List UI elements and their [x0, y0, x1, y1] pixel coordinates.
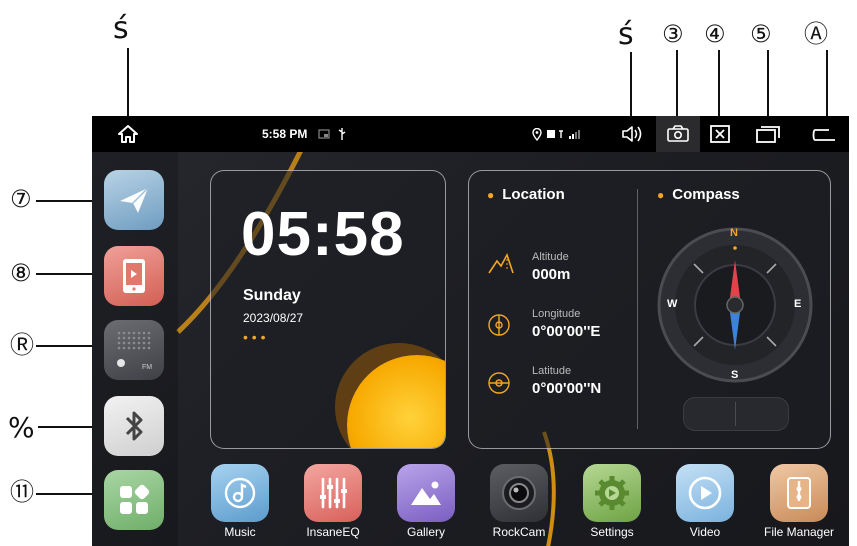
home-content: FM 05:58 Sunday 2023/08/27 • • • ● Locati…	[92, 152, 849, 546]
music-icon	[211, 464, 269, 522]
compass-north: N	[730, 227, 738, 239]
sun-graphic	[347, 355, 445, 448]
location-bullet: ●	[487, 188, 495, 202]
pill-divider	[735, 402, 736, 426]
latitude-label: Latitude	[532, 365, 572, 377]
app-gallery-label: Gallery	[406, 525, 445, 539]
bluetooth-icon	[125, 411, 143, 441]
app-settings-label: Settings	[590, 525, 634, 539]
location-pin-icon	[530, 120, 544, 148]
settings-icon	[583, 464, 641, 522]
home-icon[interactable]	[114, 120, 142, 148]
location-title: ● Location	[487, 186, 565, 203]
callout-phonelink: ⑧	[10, 259, 32, 287]
app-music[interactable]: Music	[210, 464, 270, 539]
longitude-label: Longitude	[532, 308, 581, 320]
app-gallery[interactable]: Gallery	[396, 464, 456, 539]
compass-bullet: ●	[657, 188, 665, 202]
clock-day: Sunday	[243, 287, 301, 304]
phone-link-icon	[123, 259, 145, 293]
left-dock: FM	[92, 152, 178, 546]
callout-back-line	[826, 50, 828, 116]
callout-volume-line	[630, 52, 632, 116]
radio-icon: FM	[117, 331, 152, 371]
radio-fm-label: FM	[142, 364, 152, 371]
app-settings[interactable]: Settings	[582, 464, 642, 539]
app-rockcam[interactable]: RockCam	[489, 464, 549, 539]
navigation-app[interactable]	[104, 170, 164, 230]
clock-time: 05:58	[241, 200, 405, 269]
app-insaneeq-label: InsaneEQ	[306, 525, 360, 539]
callout-screenshot: ③	[662, 20, 684, 48]
compass-title: ● Compass	[657, 186, 740, 203]
callout-recent-line	[767, 50, 769, 116]
callout-back: Ⓐ	[804, 20, 828, 48]
notification-icon	[316, 120, 332, 148]
status-bar: 5:58 PM	[92, 116, 849, 152]
app-video-label: Video	[689, 525, 721, 539]
paper-plane-icon	[120, 187, 149, 213]
callout-apps: ⑪	[10, 478, 34, 506]
longitude-value: 0°00'00''E	[532, 323, 601, 340]
camera-icon	[490, 464, 548, 522]
altitude-value: 000m	[532, 266, 571, 283]
compass-west: W	[667, 298, 678, 310]
status-time: 5:58 PM	[262, 127, 308, 141]
equalizer-icon	[304, 464, 362, 522]
callout-home: ś	[113, 11, 129, 46]
signal-icon	[546, 120, 582, 148]
file-manager-icon	[770, 464, 828, 522]
recent-apps-icon[interactable]	[754, 120, 782, 148]
app-file-manager[interactable]: File Manager	[764, 464, 834, 539]
altitude-icon	[487, 251, 515, 280]
compass-title-text: Compass	[672, 186, 740, 203]
callout-screenshot-line	[676, 50, 678, 116]
clock-date: 2023/08/27	[243, 311, 304, 325]
clock-widget[interactable]: 05:58 Sunday 2023/08/27 • • •	[210, 170, 446, 449]
app-rockcam-label: RockCam	[492, 525, 546, 539]
radio-app[interactable]: FM	[104, 320, 164, 380]
card-divider	[637, 189, 638, 429]
bluetooth-app[interactable]	[104, 396, 164, 456]
compass-south: S	[731, 369, 739, 381]
clock-dots: • • •	[243, 329, 266, 345]
back-icon[interactable]	[810, 120, 838, 148]
location-title-text: Location	[502, 186, 565, 203]
all-apps-button[interactable]	[104, 470, 164, 530]
device-screen: 5:58 PM FM 05:58 Sunday 2023/08/27 • • •…	[92, 116, 849, 546]
location-compass-widget[interactable]: ● Location Altitude 000m Longitude 0°00'0…	[468, 170, 831, 449]
longitude-icon	[487, 313, 511, 342]
app-video[interactable]: Video	[675, 464, 735, 539]
video-icon	[676, 464, 734, 522]
phone-link-app[interactable]	[104, 246, 164, 306]
gallery-icon	[397, 464, 455, 522]
compass-dial: N E S W	[656, 226, 814, 384]
callout-navigation: ⑦	[10, 185, 32, 213]
callout-close-line	[718, 50, 720, 116]
compass-control-pill[interactable]	[683, 397, 789, 431]
app-insaneeq[interactable]: InsaneEQ	[303, 464, 363, 539]
callout-radio: Ⓡ	[10, 331, 34, 359]
compass-east: E	[794, 298, 802, 310]
callout-recent: ⑤	[750, 20, 772, 48]
latitude-icon	[487, 371, 511, 400]
callout-close: ④	[704, 20, 726, 48]
screenshot-icon[interactable]	[656, 116, 700, 152]
app-music-label: Music	[224, 525, 256, 539]
apps-grid-icon	[120, 484, 150, 514]
volume-icon[interactable]	[618, 120, 646, 148]
usb-icon	[334, 120, 350, 148]
callout-home-line	[127, 48, 129, 116]
app-file-manager-label: File Manager	[763, 525, 835, 539]
callout-volume: ś	[618, 17, 634, 52]
latitude-value: 0°00'00''N	[532, 380, 602, 397]
callout-bluetooth: %	[8, 411, 35, 444]
altitude-label: Altitude	[532, 251, 569, 263]
close-window-icon[interactable]	[706, 120, 734, 148]
